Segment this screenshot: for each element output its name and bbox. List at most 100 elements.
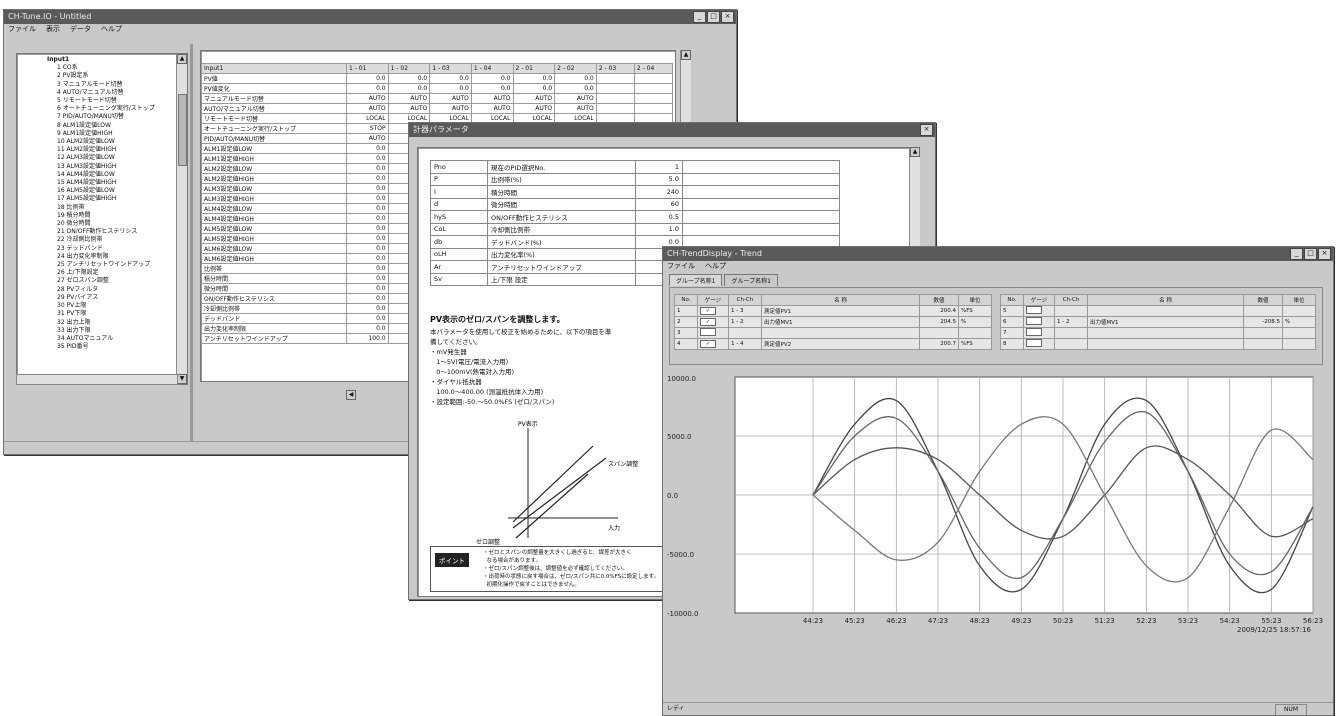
- grid-cell[interactable]: ALM2設定値HIGH: [201, 173, 347, 184]
- tree-item[interactable]: 27 ゼロスパン調整: [57, 277, 175, 285]
- tree-item[interactable]: Input1: [47, 56, 175, 64]
- grid-cell[interactable]: 積分時間: [201, 273, 347, 284]
- grid-cell[interactable]: ALM1設定値LOW: [201, 143, 347, 154]
- param-code[interactable]: P: [430, 172, 488, 186]
- tree-item[interactable]: 23 デッドバンド: [57, 245, 175, 253]
- param-value[interactable]: 1: [635, 160, 683, 174]
- close-icon[interactable]: ×: [920, 124, 933, 136]
- param-code[interactable]: I: [430, 185, 488, 199]
- grid-cell[interactable]: [633, 103, 674, 114]
- menu-help[interactable]: ヘルプ: [101, 24, 122, 35]
- tree-scrollbar[interactable]: ▲ ▼: [176, 54, 187, 384]
- channel-cell[interactable]: [1023, 316, 1055, 328]
- channel-row[interactable]: 4 ✓ 1 - 4 測定値PV2 200.7 %FS: [674, 338, 992, 350]
- grid-cell[interactable]: 0.0: [346, 263, 389, 274]
- param-value[interactable]: 240: [635, 185, 683, 199]
- tree-item[interactable]: 14 ALM4設定値LOW: [57, 171, 175, 179]
- param-name[interactable]: 出力変化率(%): [487, 247, 636, 261]
- close-icon[interactable]: ×: [721, 11, 734, 23]
- grid-cell[interactable]: 0.0: [512, 73, 556, 84]
- parameter-tree[interactable]: Input1 1 CO系 2 PV設定系 3 マニュアルモード切替 4 AUTO/マニュ…: [16, 53, 188, 385]
- menu-view[interactable]: 表示: [46, 24, 60, 35]
- scroll-up-icon[interactable]: ▲: [177, 54, 187, 64]
- tree-item[interactable]: 33 出力下限: [57, 327, 175, 335]
- grid-cell[interactable]: PID/AUTO/MANU切替: [201, 133, 347, 144]
- grid-cell[interactable]: [633, 73, 674, 84]
- scroll-up-icon[interactable]: ▲: [910, 147, 920, 157]
- grid-cell[interactable]: ALM4設定値LOW: [201, 203, 347, 214]
- tune-window-titlebar[interactable]: CH-Tune.IO - Untitled _ □ ×: [4, 10, 736, 24]
- scroll-thumb[interactable]: [178, 94, 187, 166]
- tree-item[interactable]: 7 PID/AUTO/MANU切替: [57, 113, 175, 121]
- grid-cell[interactable]: [633, 83, 674, 94]
- menu-file[interactable]: ファイル: [667, 261, 695, 272]
- grid-cell[interactable]: 0.0: [470, 83, 514, 94]
- channel-cell[interactable]: [1023, 305, 1055, 317]
- grid-cell[interactable]: 比例帯: [201, 263, 347, 274]
- grid-cell[interactable]: 0.0: [429, 83, 472, 94]
- grid-header-cell[interactable]: 1 - 02: [387, 63, 431, 74]
- scroll-left-icon[interactable]: ◀: [346, 390, 356, 400]
- grid-cell[interactable]: ALM2設定値LOW: [201, 163, 347, 174]
- grid-cell[interactable]: ALM4設定値HIGH: [201, 213, 347, 224]
- tree-item[interactable]: 32 出力上限: [57, 319, 175, 327]
- tree-item[interactable]: 29 PVバイアス: [57, 294, 175, 302]
- channel-cell[interactable]: [697, 327, 729, 339]
- grid-cell[interactable]: 0.0: [346, 273, 389, 284]
- grid-header-cell[interactable]: 2 - 03: [595, 63, 635, 74]
- grid-cell[interactable]: 0.0: [346, 283, 389, 294]
- param-name[interactable]: ON/OFF動作ヒステリシス: [487, 210, 636, 224]
- grid-cell[interactable]: 0.0: [346, 213, 389, 224]
- param-row[interactable]: I 積分時間 240: [430, 185, 840, 199]
- grid-cell[interactable]: 0.0: [346, 243, 389, 254]
- param-code[interactable]: db: [430, 235, 488, 249]
- tab-group-1[interactable]: グループ名称1: [669, 274, 723, 286]
- grid-cell[interactable]: LOCAL: [346, 113, 389, 124]
- grid-cell[interactable]: 0.0: [346, 303, 389, 314]
- grid-cell[interactable]: 0.0: [346, 313, 389, 324]
- channel-cell[interactable]: [1023, 327, 1055, 339]
- grid-cell[interactable]: 0.0: [429, 73, 472, 84]
- maximize-icon[interactable]: □: [707, 11, 720, 23]
- grid-cell[interactable]: 0.0: [512, 83, 556, 94]
- minimize-icon[interactable]: _: [1290, 248, 1303, 260]
- tree-item[interactable]: 35 PID番号: [57, 343, 175, 351]
- param-name[interactable]: 上/下限 設定: [487, 272, 636, 286]
- grid-cell[interactable]: AUTO: [429, 93, 472, 104]
- grid-cell[interactable]: 0.0: [346, 223, 389, 234]
- param-name[interactable]: アンチリセットワインドアップ: [487, 260, 636, 274]
- splitter[interactable]: [190, 44, 193, 442]
- param-code[interactable]: Ar: [430, 260, 488, 274]
- param-name[interactable]: 現在のPID選択No.: [487, 160, 636, 174]
- tree-item[interactable]: 19 積分時間: [57, 212, 175, 220]
- grid-cell[interactable]: 0.0: [554, 73, 597, 84]
- grid-header-cell[interactable]: 1 - 04: [470, 63, 514, 74]
- param-name[interactable]: 比例帯(%): [487, 172, 636, 186]
- grid-cell[interactable]: 0.0: [470, 73, 514, 84]
- channel-table-left[interactable]: No. ゲージ Ch-Ch 名 称数値 単位 1 ✓ 1 - 3 測定値PV1 200.4 %FS 2…: [674, 294, 992, 350]
- param-code[interactable]: oLH: [430, 247, 488, 261]
- grid-cell[interactable]: 0.0: [346, 73, 389, 84]
- param-value[interactable]: 5.0: [635, 172, 683, 186]
- grid-cell[interactable]: [595, 73, 635, 84]
- grid-cell[interactable]: アンチリセットワインドアップ: [201, 333, 347, 344]
- minimize-icon[interactable]: _: [693, 11, 706, 23]
- menu-data[interactable]: データ: [70, 24, 91, 35]
- grid-cell[interactable]: AUTO: [470, 93, 514, 104]
- grid-cell[interactable]: ALM3設定値LOW: [201, 183, 347, 194]
- grid-header-cell[interactable]: Input1: [201, 63, 347, 74]
- grid-cell[interactable]: AUTO: [512, 103, 556, 114]
- param-row[interactable]: CoL 冷却側比例帯 1.0: [430, 222, 840, 236]
- channel-table-right[interactable]: No. ゲージ Ch-Ch 名 称数値 単位 5 6 1 - 2 出力値MV1 -208.5% 7 8: [1000, 294, 1316, 350]
- close-icon[interactable]: ×: [1318, 248, 1331, 260]
- grid-cell[interactable]: 出力変化率制限: [201, 323, 347, 334]
- tree-item[interactable]: 12 ALM3設定値LOW: [57, 154, 175, 162]
- grid-row[interactable]: PV値 0.0 0.0 0.0 0.0 0.0 0.0: [201, 73, 674, 84]
- gauge-checkbox[interactable]: [1026, 306, 1042, 314]
- tree-item[interactable]: 4 AUTO/マニュアル切替: [57, 89, 175, 97]
- grid-cell[interactable]: AUTO: [512, 93, 556, 104]
- grid-cell[interactable]: PV値: [201, 73, 347, 84]
- param-name[interactable]: 微分時間: [487, 197, 636, 211]
- grid-cell[interactable]: AUTO: [470, 103, 514, 114]
- grid-header-cell[interactable]: 2 - 01: [512, 63, 556, 74]
